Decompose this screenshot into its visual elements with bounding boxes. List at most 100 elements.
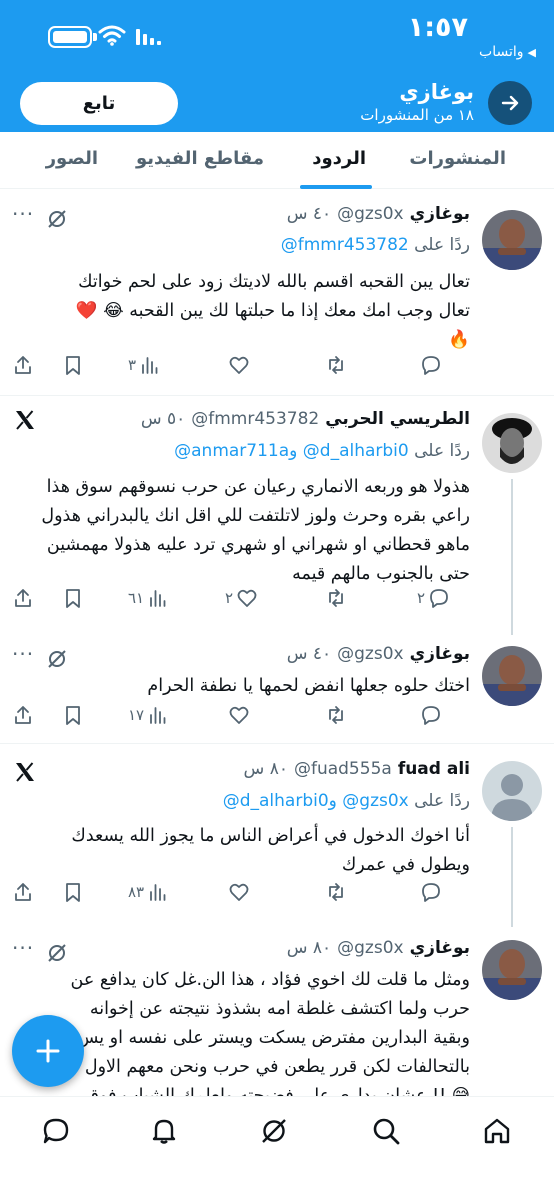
retweet-icon — [329, 883, 343, 901]
reply-button[interactable] — [417, 881, 442, 903]
tweet-text: أنا اخوك الدخول في أعراض الناس ما يجوز ا… — [71, 826, 470, 875]
plus-icon — [36, 1039, 60, 1063]
reply-icon — [422, 706, 440, 725]
like-button[interactable]: ٢ — [225, 587, 258, 609]
nav-search[interactable] — [366, 1111, 406, 1151]
grok-icon[interactable] — [46, 648, 68, 670]
retweet-icon — [329, 356, 343, 374]
author-name[interactable]: fuad ali — [398, 759, 470, 779]
avatar[interactable] — [482, 210, 542, 270]
more-icon[interactable]: ··· — [12, 936, 34, 960]
tweet-time: ٤٠ س — [286, 644, 332, 664]
tab-replies[interactable]: الردود — [312, 148, 366, 169]
author-handle[interactable]: @fuad555a — [294, 759, 392, 779]
views-button[interactable]: ٨٣ — [128, 881, 169, 903]
tweet-time: ٨٠ س — [286, 938, 332, 958]
avatar[interactable] — [482, 940, 542, 1000]
views-button[interactable]: ١٧ — [128, 704, 169, 726]
tweet-5[interactable]: بوغازي @gzs0x ٨٠ س ومثل ما قلت لك اخوي ف… — [0, 926, 554, 1106]
profile-tabs: المنشورات الردود مقاطع الفيديو الصور — [0, 132, 554, 189]
nav-notifications[interactable] — [144, 1111, 184, 1151]
tweet-1[interactable]: بوغازي @gzs0x ٤٠ س ردًا على @fmmr453782 … — [0, 190, 554, 396]
wifi-icon — [98, 25, 126, 46]
retweet-button[interactable] — [322, 354, 347, 376]
x-logo-icon — [16, 410, 34, 430]
tweet-actions: ٣ — [0, 354, 554, 382]
share-button[interactable] — [12, 704, 34, 726]
messages-icon — [43, 1118, 69, 1144]
x-logo-icon — [16, 762, 34, 782]
more-icon[interactable]: ··· — [12, 642, 34, 666]
back-to-app[interactable]: ◀واتساب — [479, 44, 536, 60]
views-icon — [150, 590, 166, 607]
reply-button[interactable] — [417, 704, 442, 726]
retweet-button[interactable] — [322, 587, 347, 609]
tab-videos[interactable]: مقاطع الفيديو — [136, 148, 264, 169]
nav-grok[interactable] — [254, 1111, 294, 1151]
tweet-time: ٨٠ س — [243, 759, 288, 779]
views-button[interactable]: ٦١ — [128, 587, 169, 609]
author-name[interactable]: بوغازي — [410, 204, 470, 224]
avatar[interactable] — [482, 646, 542, 706]
author-name[interactable]: الطريسي الحربي — [325, 409, 470, 429]
avatar[interactable] — [482, 413, 542, 473]
bookmark-button[interactable] — [62, 881, 84, 903]
grok-icon[interactable] — [46, 942, 68, 964]
tweet-header: الطريسي الحربي @fmmr453782 ٥٠ س — [141, 409, 470, 429]
tweet-4[interactable]: fuad ali @fuad555a ٨٠ س ردًا على @gzs0x … — [0, 745, 554, 927]
author-handle[interactable]: @gzs0x — [337, 938, 403, 958]
tweet-3[interactable]: بوغازي @gzs0x ٤٠ س اختك حلوه جعلها انفض … — [0, 636, 554, 744]
mention-link[interactable]: @anmar711a — [174, 441, 289, 461]
reply-icon — [430, 589, 448, 608]
follow-button[interactable]: تابع — [20, 82, 178, 125]
like-button[interactable] — [225, 704, 250, 726]
avatar[interactable] — [482, 761, 542, 821]
tweet-2[interactable]: الطريسي الحربي @fmmr453782 ٥٠ س ردًا على… — [0, 397, 554, 635]
share-button[interactable] — [12, 587, 34, 609]
views-icon — [150, 707, 166, 724]
share-button[interactable] — [12, 881, 34, 903]
nav-messages[interactable] — [36, 1111, 76, 1151]
author-name[interactable]: بوغازي — [410, 938, 470, 958]
author-handle[interactable]: @fmmr453782 — [191, 409, 319, 429]
tweet-header: fuad ali @fuad555a ٨٠ س — [244, 759, 470, 779]
author-handle[interactable]: @gzs0x — [337, 644, 403, 664]
mention-link[interactable]: @fmmr453782 — [281, 235, 409, 255]
tab-photos[interactable]: الصور — [46, 148, 98, 169]
tweet-header: بوغازي @gzs0x ٤٠ س — [287, 644, 470, 664]
profile-header: بوغازي ١٨ من المنشورات تابع — [0, 76, 554, 132]
nav-home[interactable] — [477, 1111, 517, 1151]
retweet-button[interactable] — [322, 704, 347, 726]
views-count: ٦١ — [128, 589, 145, 607]
views-count: ١٧ — [128, 706, 145, 724]
share-button[interactable] — [12, 354, 34, 376]
tab-posts[interactable]: المنشورات — [409, 148, 506, 169]
reply-icon — [422, 356, 440, 375]
mention-link[interactable]: @d_alharbi0 — [303, 441, 409, 461]
like-button[interactable] — [225, 354, 250, 376]
back-button[interactable] — [488, 81, 532, 125]
bookmark-button[interactable] — [62, 704, 84, 726]
reply-button[interactable]: ٢ — [417, 587, 450, 609]
like-icon — [229, 356, 249, 374]
more-icon[interactable]: ··· — [12, 202, 34, 226]
compose-button[interactable] — [12, 1015, 84, 1087]
like-button[interactable] — [225, 881, 250, 903]
battery-icon — [48, 26, 97, 48]
retweet-icon — [329, 706, 343, 724]
grok-icon[interactable] — [46, 208, 68, 230]
reply-count: ٢ — [417, 589, 426, 607]
author-name[interactable]: بوغازي — [410, 644, 470, 664]
views-button[interactable]: ٣ — [128, 354, 161, 376]
profile-name: بوغازي — [399, 80, 474, 104]
retweet-button[interactable] — [322, 881, 347, 903]
mention-link[interactable]: @d_alharbi0 — [223, 791, 329, 811]
bookmark-button[interactable] — [62, 354, 84, 376]
signal-icon — [136, 29, 161, 45]
reply-to-line: ردًا على @d_alharbi0 و@anmar711a — [174, 441, 470, 461]
author-handle[interactable]: @gzs0x — [337, 204, 403, 224]
bookmark-button[interactable] — [62, 587, 84, 609]
like-icon — [229, 883, 249, 901]
reply-button[interactable] — [417, 354, 442, 376]
mention-link[interactable]: @gzs0x — [342, 791, 408, 811]
